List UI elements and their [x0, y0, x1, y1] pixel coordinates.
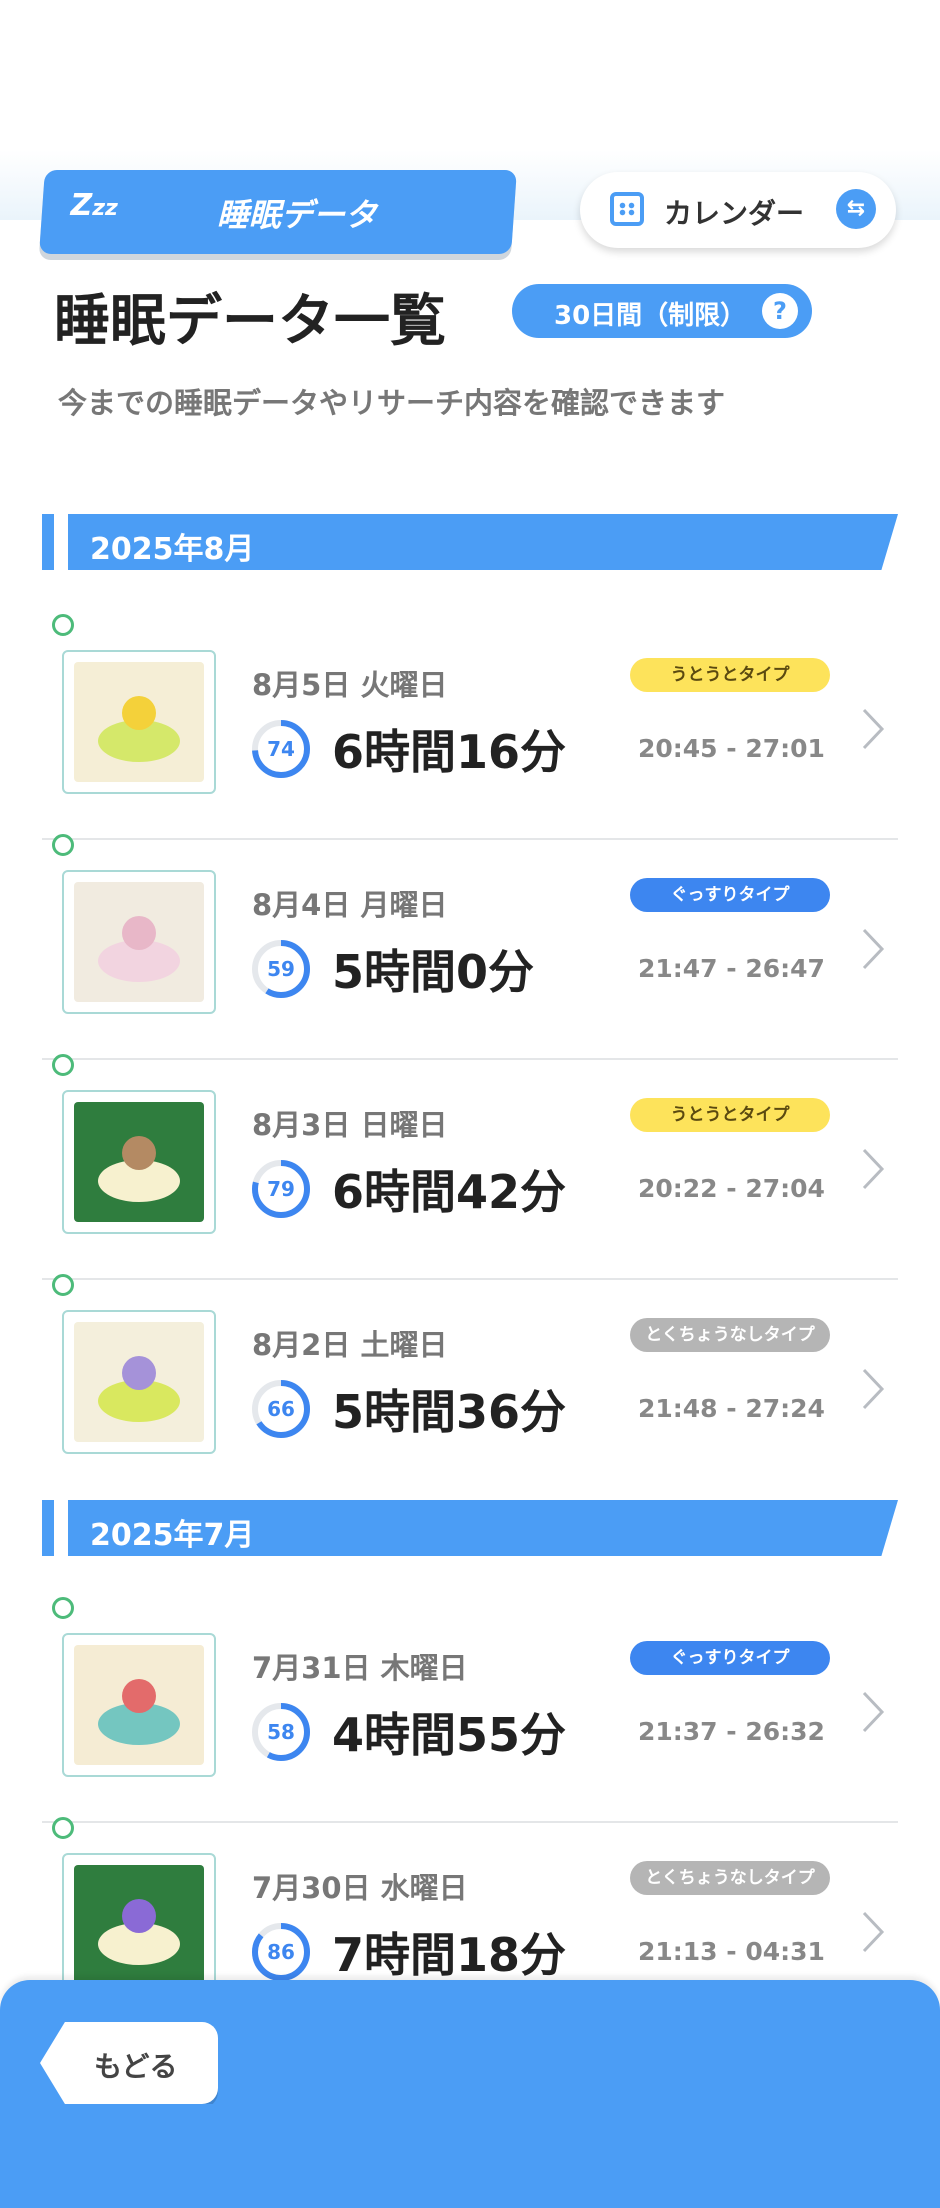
swap-icon: ⇆: [836, 189, 876, 229]
sleep-thumbnail: [62, 1090, 216, 1234]
paperclip-icon: [52, 1817, 74, 1839]
sleep-duration: 5時間0分: [332, 945, 535, 999]
sleep-time-range: 21:13 - 04:31: [638, 1937, 825, 1966]
sleep-thumbnail: [62, 1310, 216, 1454]
sleep-time-range: 21:37 - 26:32: [638, 1717, 825, 1746]
sleep-time-range: 21:48 - 27:24: [638, 1394, 825, 1423]
entry-date: 8月3日 日曜日: [252, 1108, 448, 1142]
sleep-time-range: 20:45 - 27:01: [638, 734, 825, 763]
paperclip-icon: [52, 1274, 74, 1296]
chevron-right-icon[interactable]: [858, 1689, 888, 1735]
tab-sleep-data-label: 睡眠データ: [216, 196, 377, 234]
sleep-duration: 5時間36分: [332, 1385, 567, 1439]
sleep-zzz-icon: Zzz: [70, 188, 118, 223]
sleep-scene-image: [74, 1102, 204, 1222]
month-label: 2025年8月: [90, 532, 255, 567]
calendar-button[interactable]: カレンダー ⇆: [580, 172, 896, 248]
sleep-duration: 6時間16分: [332, 725, 567, 779]
entry-date: 8月5日 火曜日: [252, 668, 448, 702]
sleep-score: 79: [267, 1177, 295, 1201]
sleep-time-range: 21:47 - 26:47: [638, 954, 825, 983]
sleep-thumbnail: [62, 650, 216, 794]
sleep-scene-image: [74, 662, 204, 782]
sleep-score: 66: [267, 1397, 295, 1421]
back-button-label: もどる: [94, 2050, 178, 2083]
sleep-type-badge: ぐっすりタイプ: [630, 878, 830, 912]
limit-badge-label: 30日間（制限）: [554, 301, 747, 331]
sleep-scene-image: [74, 1322, 204, 1442]
month-header-marker: [42, 1500, 54, 1556]
page-title: 睡眠データ一覧: [54, 289, 446, 354]
sleep-type-badge: うとうとタイプ: [630, 1098, 830, 1132]
month-label: 2025年7月: [90, 1518, 255, 1553]
entry-date: 8月4日 月曜日: [252, 888, 448, 922]
sleep-duration: 6時間42分: [332, 1165, 567, 1219]
sleep-score: 74: [267, 737, 295, 761]
entry-date: 8月2日 土曜日: [252, 1328, 448, 1362]
month-header-marker: [42, 514, 54, 570]
sleep-score: 58: [267, 1720, 295, 1744]
limit-badge[interactable]: 30日間（制限） ?: [512, 284, 812, 338]
sleep-type-badge: とくちょうなしタイプ: [630, 1318, 830, 1352]
sleep-entry[interactable]: 7月31日 木曜日 ぐっすりタイプ 58 4時間55分 21:37 - 26:32: [42, 1597, 898, 1823]
month-header: 2025年8月: [42, 514, 898, 570]
sleep-thumbnail: [62, 1633, 216, 1777]
sleep-scene-image: [74, 1645, 204, 1765]
chevron-right-icon[interactable]: [858, 706, 888, 752]
sleep-score: 59: [267, 957, 295, 981]
sleep-entry[interactable]: 8月4日 月曜日 ぐっすりタイプ 59 5時間0分 21:47 - 26:47: [42, 834, 898, 1060]
chevron-right-icon[interactable]: [858, 1146, 888, 1192]
sleep-score: 86: [267, 1940, 295, 1964]
sleep-entry[interactable]: 8月5日 火曜日 うとうとタイプ 74 6時間16分 20:45 - 27:01: [42, 614, 898, 840]
calendar-icon: [610, 192, 644, 226]
sleep-scene-image: [74, 1865, 204, 1985]
sleep-entry[interactable]: 8月3日 日曜日 うとうとタイプ 79 6時間42分 20:22 - 27:04: [42, 1054, 898, 1280]
chevron-right-icon[interactable]: [858, 926, 888, 972]
calendar-label: カレンダー: [664, 197, 805, 230]
sleep-thumbnail: [62, 870, 216, 1014]
sleep-time-range: 20:22 - 27:04: [638, 1174, 825, 1203]
back-button[interactable]: もどる: [40, 2022, 218, 2104]
chevron-right-icon[interactable]: [858, 1909, 888, 1955]
sleep-entry[interactable]: 8月2日 土曜日 とくちょうなしタイプ 66 5時間36分 21:48 - 27:24: [42, 1274, 898, 1500]
entry-date: 7月31日 木曜日: [252, 1651, 468, 1685]
paperclip-icon: [52, 1597, 74, 1619]
paperclip-icon: [52, 1054, 74, 1076]
tab-sleep-data[interactable]: Zzz 睡眠データ: [39, 170, 517, 254]
sleep-duration: 7時間18分: [332, 1928, 567, 1982]
sleep-type-badge: ぐっすりタイプ: [630, 1641, 830, 1675]
sleep-thumbnail: [62, 1853, 216, 1997]
sleep-type-badge: うとうとタイプ: [630, 658, 830, 692]
sleep-duration: 4時間55分: [332, 1708, 567, 1762]
chevron-right-icon[interactable]: [858, 1366, 888, 1412]
help-icon[interactable]: ?: [762, 293, 798, 329]
month-header: 2025年7月: [42, 1500, 898, 1556]
sleep-scene-image: [74, 882, 204, 1002]
sleep-type-badge: とくちょうなしタイプ: [630, 1861, 830, 1895]
paperclip-icon: [52, 614, 74, 636]
page-subtitle: 今までの睡眠データやリサーチ内容を確認できます: [58, 386, 726, 420]
entry-date: 7月30日 水曜日: [252, 1871, 468, 1905]
paperclip-icon: [52, 834, 74, 856]
